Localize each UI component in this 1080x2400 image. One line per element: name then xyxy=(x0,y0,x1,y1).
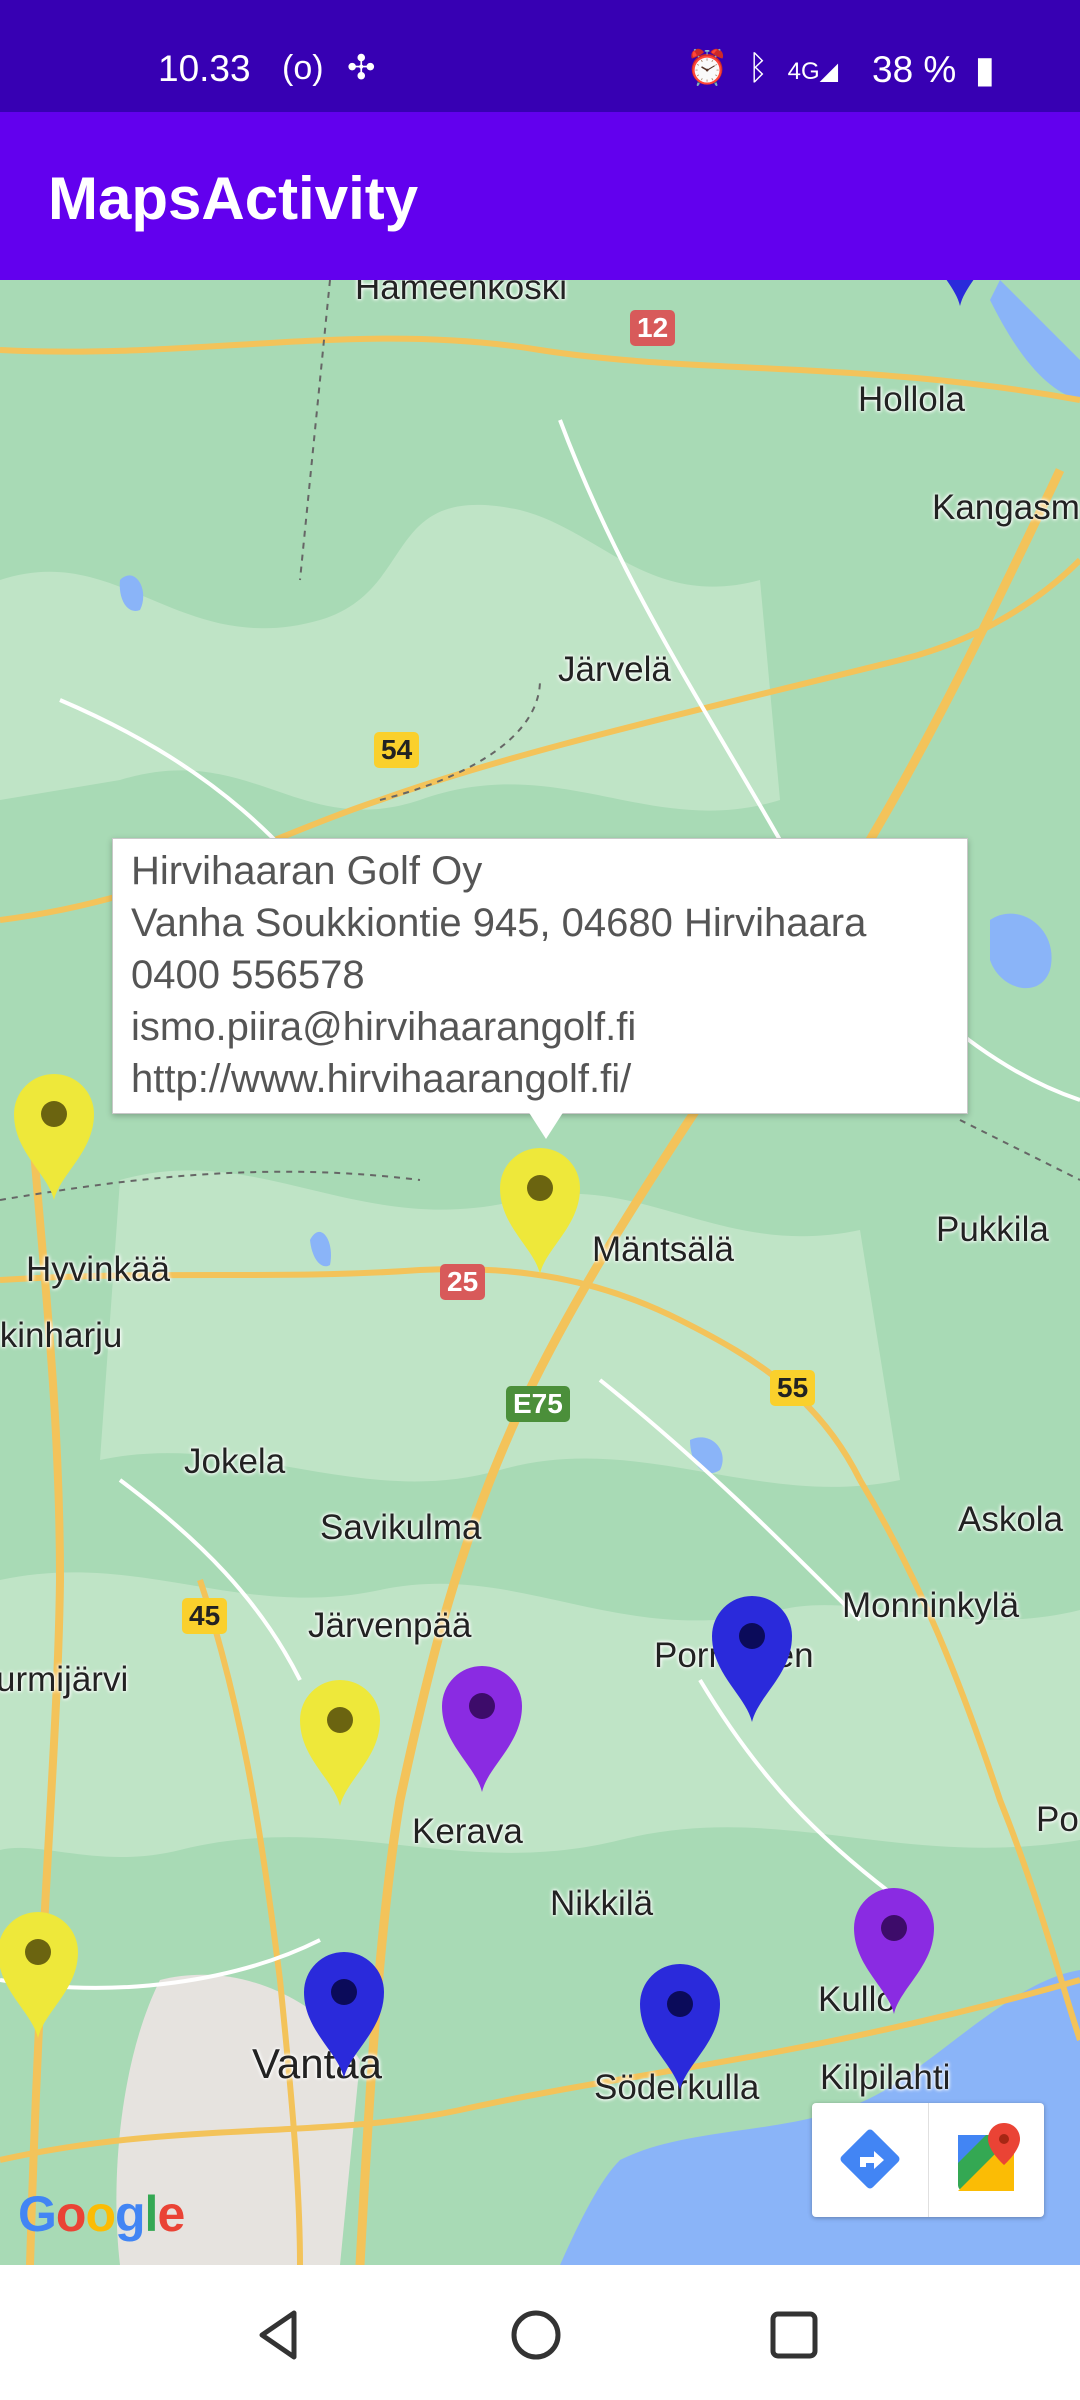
radio-icon: (o) xyxy=(282,49,324,87)
status-time: 10.33 xyxy=(158,48,251,89)
info-url: http://www.hirvihaarangolf.fi/ xyxy=(131,1057,632,1101)
road-shield: 12 xyxy=(630,310,676,346)
map-marker-yellow[interactable] xyxy=(14,1074,94,1204)
map-marker-yellow[interactable] xyxy=(500,1148,580,1278)
road-shield: 54 xyxy=(374,732,420,768)
place-label: Nikkilä xyxy=(550,1884,654,1923)
place-label: Monninkylä xyxy=(842,1586,1020,1625)
place-label: Hollola xyxy=(858,380,965,419)
google-maps-icon xyxy=(958,2123,1020,2191)
road-shield: 45 xyxy=(182,1598,228,1634)
map-marker-yellow[interactable] xyxy=(300,1680,380,1810)
info-address: Vanha Soukkiontie 945, 04680 Hirvihaara xyxy=(131,901,867,945)
map-marker-blue[interactable] xyxy=(712,1596,792,1726)
home-icon[interactable] xyxy=(506,2305,566,2365)
app-bar: MapsActivity xyxy=(0,112,1080,280)
road-shield: E75 xyxy=(506,1386,570,1422)
place-label: Po xyxy=(1036,1800,1079,1839)
map-toolbar xyxy=(812,2103,1044,2217)
map-marker-blue[interactable] xyxy=(640,1964,720,2094)
pinwheel-icon: ✣ xyxy=(347,49,376,87)
place-label: ikinharju xyxy=(0,1316,123,1355)
alarm-icon: ⏰ xyxy=(686,49,729,87)
info-name: Hirvihaaran Golf Oy xyxy=(131,849,483,893)
place-label: Järvenpää xyxy=(308,1606,472,1645)
page-title: MapsActivity xyxy=(48,165,419,232)
info-email: ismo.piira@hirvihaarangolf.fi xyxy=(131,1005,637,1049)
place-label: urmijärvi xyxy=(0,1660,129,1699)
battery-percent: 38 % xyxy=(872,49,957,90)
info-window-pointer xyxy=(528,1111,564,1139)
place-label: Mäntsälä xyxy=(592,1230,735,1269)
back-icon[interactable] xyxy=(250,2305,310,2365)
4g-signal-icon: 4G◢ xyxy=(787,58,839,85)
place-label: Jokela xyxy=(184,1442,286,1481)
place-label: Savikulma xyxy=(320,1508,482,1547)
google-logo: Google xyxy=(18,2186,185,2242)
map-marker-blue[interactable] xyxy=(304,1952,384,2082)
map-marker-yellow[interactable] xyxy=(0,1912,78,2042)
navigation-bar xyxy=(0,2265,1080,2400)
open-in-google-maps-button[interactable] xyxy=(928,2103,1044,2217)
recents-icon[interactable] xyxy=(764,2305,824,2365)
bluetooth-icon: ᛒ xyxy=(747,49,769,87)
place-label: Pukkila xyxy=(936,1210,1049,1249)
directions-button[interactable] xyxy=(812,2103,928,2217)
battery-charging-icon: ▮ xyxy=(974,49,995,90)
road-shield: 55 xyxy=(770,1370,816,1406)
status-bar: 10.33 (o) ✣ ⏰ ᛒ 4G◢ 38 % ▮ xyxy=(0,0,1080,112)
info-phone: 0400 556578 xyxy=(131,953,365,997)
place-label: Kangasm xyxy=(932,488,1080,527)
map-marker-blue[interactable] xyxy=(920,280,1000,310)
map-marker-purple[interactable] xyxy=(854,1888,934,2018)
map-marker-purple[interactable] xyxy=(442,1666,522,1796)
place-label: Järvelä xyxy=(558,650,671,689)
place-label: Kerava xyxy=(412,1812,523,1851)
place-label: Hyvinkää xyxy=(26,1250,170,1289)
road-shield: 25 xyxy=(440,1264,486,1300)
map-view[interactable]: Hämeenkoski Hollola Kangasm Järvelä Hyvi… xyxy=(0,280,1080,2265)
place-label: Kilpilahti xyxy=(820,2058,951,2097)
directions-icon xyxy=(840,2129,900,2189)
place-label: Askola xyxy=(958,1500,1064,1539)
marker-info-window[interactable]: Hirvihaaran Golf Oy Vanha Soukkiontie 94… xyxy=(112,838,968,1139)
place-label: Hämeenkoski xyxy=(355,280,568,307)
